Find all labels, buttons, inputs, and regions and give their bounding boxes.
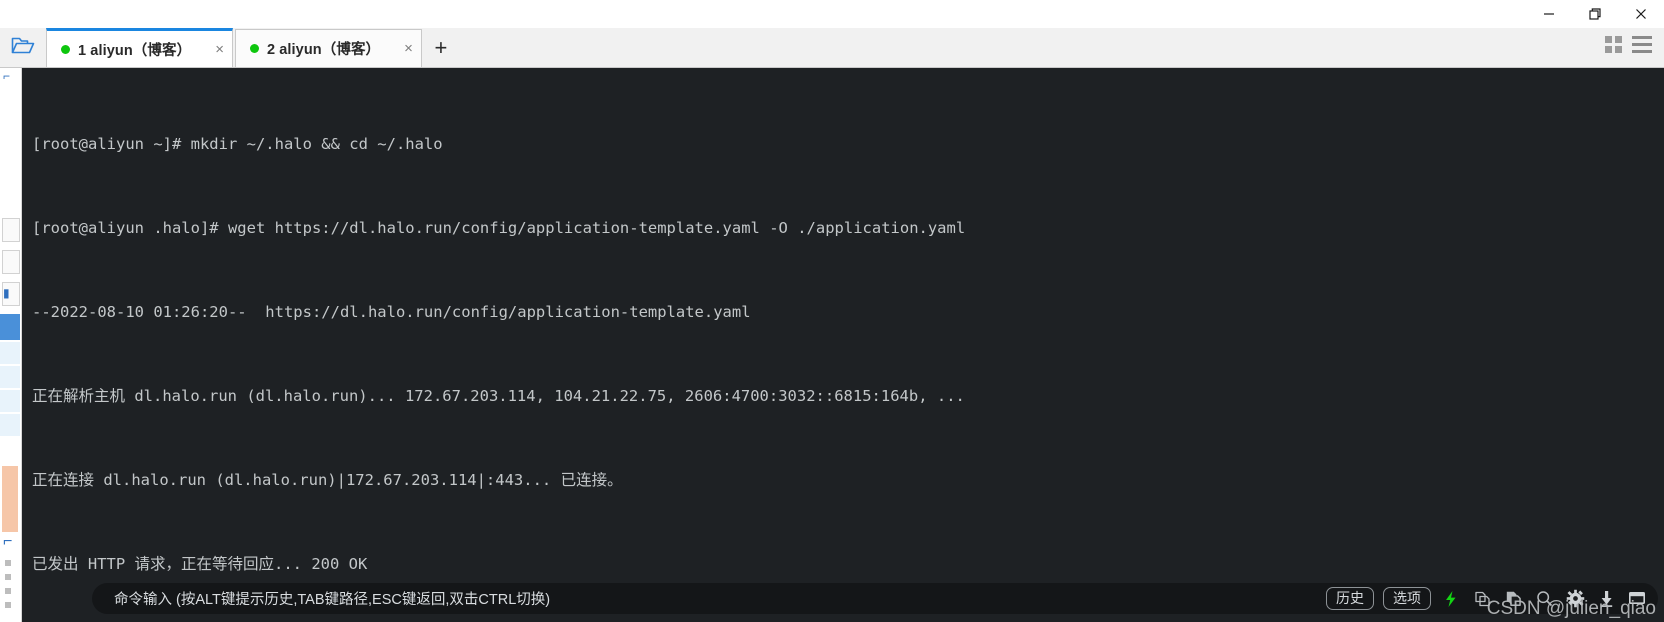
tab-label: 1 aliyun（博客）	[78, 42, 192, 59]
tabbar-right-controls	[1605, 27, 1664, 67]
download-icon[interactable]	[1595, 588, 1617, 610]
terminal-line: 已发出 HTTP 请求，正在等待回应... 200 OK	[32, 555, 368, 573]
terminal-line: [root@aliyun ~]# mkdir ~/.halo && cd ~/.…	[32, 135, 443, 153]
rail-item	[2, 250, 20, 274]
background-window-sliver: ⌐ ▮ ⌐	[0, 68, 22, 622]
rail-glyph-icon: ▮	[3, 286, 10, 300]
tab-close-icon[interactable]: ×	[388, 41, 413, 56]
gear-icon[interactable]	[1564, 588, 1586, 610]
rail-selected-row	[0, 314, 20, 340]
rail-bullet	[5, 574, 11, 580]
rail-glyph-icon: ⌐	[3, 69, 11, 83]
command-bar-controls: 历史 选项	[1326, 586, 1648, 611]
rail-row	[0, 414, 20, 436]
search-icon[interactable]	[1533, 588, 1555, 610]
terminal-screen[interactable]: [root@aliyun ~]# mkdir ~/.halo && cd ~/.…	[22, 68, 1664, 622]
terminal-line: 正在解析主机 dl.halo.run (dl.halo.run)... 172.…	[32, 387, 965, 405]
title-bar	[0, 0, 1664, 28]
grid-layout-icon[interactable]	[1605, 35, 1622, 53]
open-session-button[interactable]	[0, 27, 46, 67]
terminal-line: [root@aliyun .halo]# wget https://dl.hal…	[32, 219, 966, 237]
rail-row	[0, 366, 20, 388]
status-dot-icon	[61, 44, 70, 54]
screen-icon[interactable]	[1626, 588, 1648, 610]
rail-glyph-icon: ⌐	[3, 533, 13, 550]
terminal-line: 正在连接 dl.halo.run (dl.halo.run)|172.67.20…	[32, 471, 623, 489]
main-area: ⌐ ▮ ⌐ [root@aliyun ~]# mkdir ~/.halo && …	[0, 68, 1664, 622]
folder-open-icon	[10, 34, 36, 61]
paste-icon[interactable]	[1502, 588, 1524, 610]
tab-session-2[interactable]: 2 aliyun（博客） ×	[234, 29, 422, 67]
tab-label: 2 aliyun（博客）	[266, 42, 381, 58]
terminal-output: [root@aliyun ~]# mkdir ~/.halo && cd ~/.…	[32, 74, 1664, 622]
rail-row	[0, 342, 20, 364]
rail-bullet	[5, 602, 11, 608]
tab-bar: 1 aliyun（博客） × 2 aliyun（博客） × +	[0, 28, 1664, 68]
hamburger-menu-icon[interactable]	[1632, 35, 1652, 53]
status-dot-icon	[249, 44, 259, 53]
tab-session-1[interactable]: 1 aliyun（博客） ×	[46, 28, 233, 67]
options-button[interactable]: 选项	[1383, 586, 1431, 611]
minimize-button[interactable]	[1526, 0, 1572, 28]
lightning-icon[interactable]	[1440, 588, 1462, 610]
xshell-window: 1 aliyun（博客） × 2 aliyun（博客） × + ⌐ ▮ ⌐ [r…	[0, 0, 1664, 622]
rail-bullet	[5, 588, 11, 594]
copy-icon[interactable]	[1471, 588, 1493, 610]
command-input-bar[interactable]: 命令输入 (按ALT键提示历史,TAB键路径,ESC键返回,双击CTRL切换) …	[92, 583, 1658, 614]
restore-button[interactable]	[1572, 0, 1618, 28]
new-tab-button[interactable]: +	[424, 29, 458, 67]
rail-chart-bar	[2, 466, 18, 532]
history-button[interactable]: 历史	[1326, 586, 1374, 611]
close-button[interactable]	[1618, 0, 1664, 28]
rail-bullet	[5, 560, 11, 566]
tab-close-icon[interactable]: ×	[199, 42, 224, 57]
rail-item	[2, 218, 20, 242]
terminal-line: --2022-08-10 01:26:20-- https://dl.halo.…	[32, 303, 751, 321]
command-input-hint: 命令输入 (按ALT键提示历史,TAB键路径,ESC键返回,双击CTRL切换)	[114, 592, 551, 608]
rail-row	[0, 390, 20, 412]
